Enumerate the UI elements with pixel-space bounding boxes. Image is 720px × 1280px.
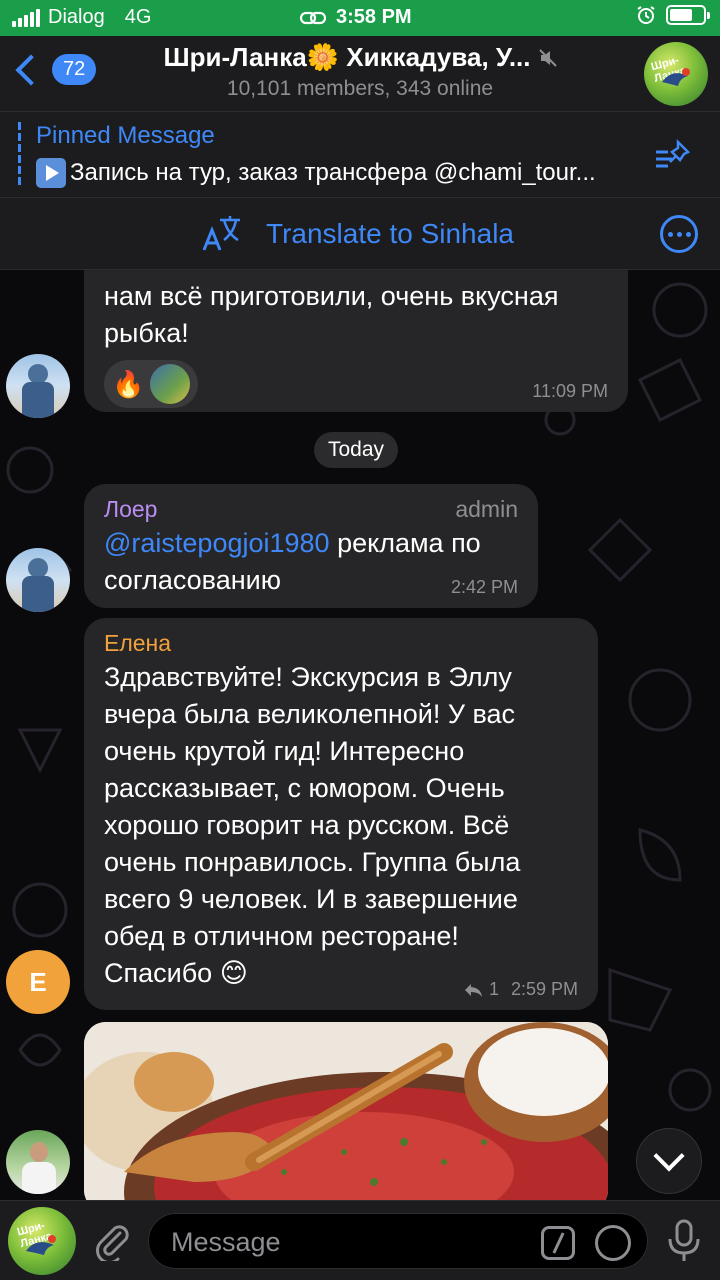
- chat-title-block[interactable]: Шри-Ланка🌼 Хиккадува, У... 10,101 member…: [140, 42, 580, 101]
- user-avatar[interactable]: [6, 354, 70, 418]
- chat-title-text: Шри-Ланка🌼 Хиккадува, У...: [163, 42, 531, 72]
- avatar-letter: Е: [29, 966, 47, 997]
- bird-icon: [662, 68, 690, 86]
- more-dot-icon: [676, 231, 682, 237]
- more-options-button[interactable]: [660, 215, 698, 253]
- chevron-down-icon: [653, 1140, 685, 1172]
- chat-header: 72 Шри-Ланка🌼 Хиккадува, У... 10,101 mem…: [0, 36, 720, 112]
- translate-icon: [202, 216, 240, 251]
- battery-icon: [666, 5, 710, 25]
- message-time: 11:09 PM: [532, 381, 608, 401]
- sender-name[interactable]: Елена: [104, 630, 578, 657]
- pin-list-icon[interactable]: [654, 138, 694, 174]
- message-bubble[interactable]: Лоер admin @raistepogjoi1980 реклама по …: [84, 484, 538, 608]
- clock: 3:58 PM: [336, 6, 412, 28]
- pinned-text-content: Запись на тур, заказ трансфера @chami_to…: [70, 159, 596, 186]
- user-avatar[interactable]: [6, 1130, 70, 1194]
- avatar-shirt: [22, 1162, 56, 1194]
- pinned-message[interactable]: Pinned Message Запись на тур, заказ тран…: [0, 112, 720, 198]
- message-bubble[interactable]: нам всё приготовили, очень вкусная рыбка…: [84, 270, 628, 412]
- avatar-person: [28, 558, 48, 578]
- status-bar: Dialog 4G 3:58 PM: [0, 0, 720, 36]
- microphone-icon[interactable]: [666, 1219, 702, 1263]
- reply-count: 1: [488, 979, 499, 999]
- chat-subtitle: 10,101 members, 343 online: [226, 77, 494, 100]
- translate-bar: Translate to Sinhala: [0, 198, 720, 270]
- message-input[interactable]: [171, 1224, 511, 1260]
- user-avatar[interactable]: [6, 548, 70, 612]
- pinned-text: Запись на тур, заказ трансфера @chami_to…: [36, 158, 656, 188]
- avatar-head: [30, 1142, 48, 1162]
- user-avatar[interactable]: Е: [6, 950, 70, 1014]
- play-icon: [36, 158, 66, 188]
- back-button[interactable]: 72: [10, 53, 97, 86]
- avatar-body: [22, 576, 54, 612]
- fire-reaction-icon: 🔥: [112, 368, 145, 399]
- channel-avatar[interactable]: Шри-Ланка: [644, 42, 708, 106]
- translate-label: Translate to Sinhala: [266, 218, 514, 249]
- mute-icon: [538, 48, 557, 67]
- more-dot-icon: [667, 231, 673, 237]
- reply-icon: [464, 983, 482, 997]
- chat-area[interactable]: нам всё приготовили, очень вкусная рыбка…: [0, 270, 720, 1200]
- mention-link[interactable]: @raistepogjoi1980: [104, 528, 330, 558]
- message-input-bar: Шри-Ланка: [0, 1200, 720, 1280]
- pinned-indicator: [18, 122, 21, 188]
- message-text: Здравствуйте! Экскурсия в Эллу вчера был…: [104, 662, 521, 988]
- date-separator: Today: [314, 432, 399, 468]
- send-as-avatar[interactable]: Шри-Ланка: [8, 1207, 76, 1275]
- signal-icon: [12, 8, 40, 27]
- message-time: 2:59 PM: [510, 979, 578, 999]
- chat-title: Шри-Ланка🌼 Хиккадува, У...: [140, 42, 580, 73]
- status-center: 3:58 PM: [300, 6, 412, 29]
- link-icon: [300, 11, 326, 24]
- attach-icon[interactable]: [92, 1221, 132, 1261]
- food-photo-image: [84, 1022, 608, 1200]
- status-right: [636, 5, 710, 25]
- carrier-label: Dialog: [48, 6, 105, 28]
- scroll-down-button[interactable]: [636, 1128, 702, 1194]
- admin-role-label: admin: [455, 496, 518, 522]
- bird-icon: [26, 1235, 56, 1255]
- pinned-title: Pinned Message: [36, 122, 215, 149]
- message-time: 2:42 PM: [450, 577, 518, 597]
- unread-badge: 72: [52, 54, 97, 85]
- photo-message[interactable]: [84, 1022, 608, 1200]
- reaction-avatar: [150, 364, 191, 404]
- alarm-icon: [637, 6, 655, 24]
- sticker-icon[interactable]: [595, 1225, 631, 1261]
- status-left: Dialog 4G: [12, 6, 151, 29]
- command-icon[interactable]: [541, 1226, 575, 1260]
- reactions-row[interactable]: 🔥: [104, 360, 199, 408]
- translate-button[interactable]: Translate to Sinhala: [200, 214, 514, 254]
- more-dot-icon: [685, 231, 691, 237]
- avatar-body: [22, 382, 54, 418]
- network-label: 4G: [124, 6, 152, 28]
- message-text: нам всё приготовили, очень вкусная рыбка…: [104, 281, 559, 348]
- chevron-left-icon: [15, 53, 47, 86]
- message-bubble[interactable]: Елена Здравствуйте! Экскурсия в Эллу вче…: [84, 618, 598, 1010]
- avatar-person: [28, 364, 48, 384]
- message-meta: 1 2:59 PM: [463, 979, 578, 1000]
- message-field[interactable]: [148, 1213, 648, 1269]
